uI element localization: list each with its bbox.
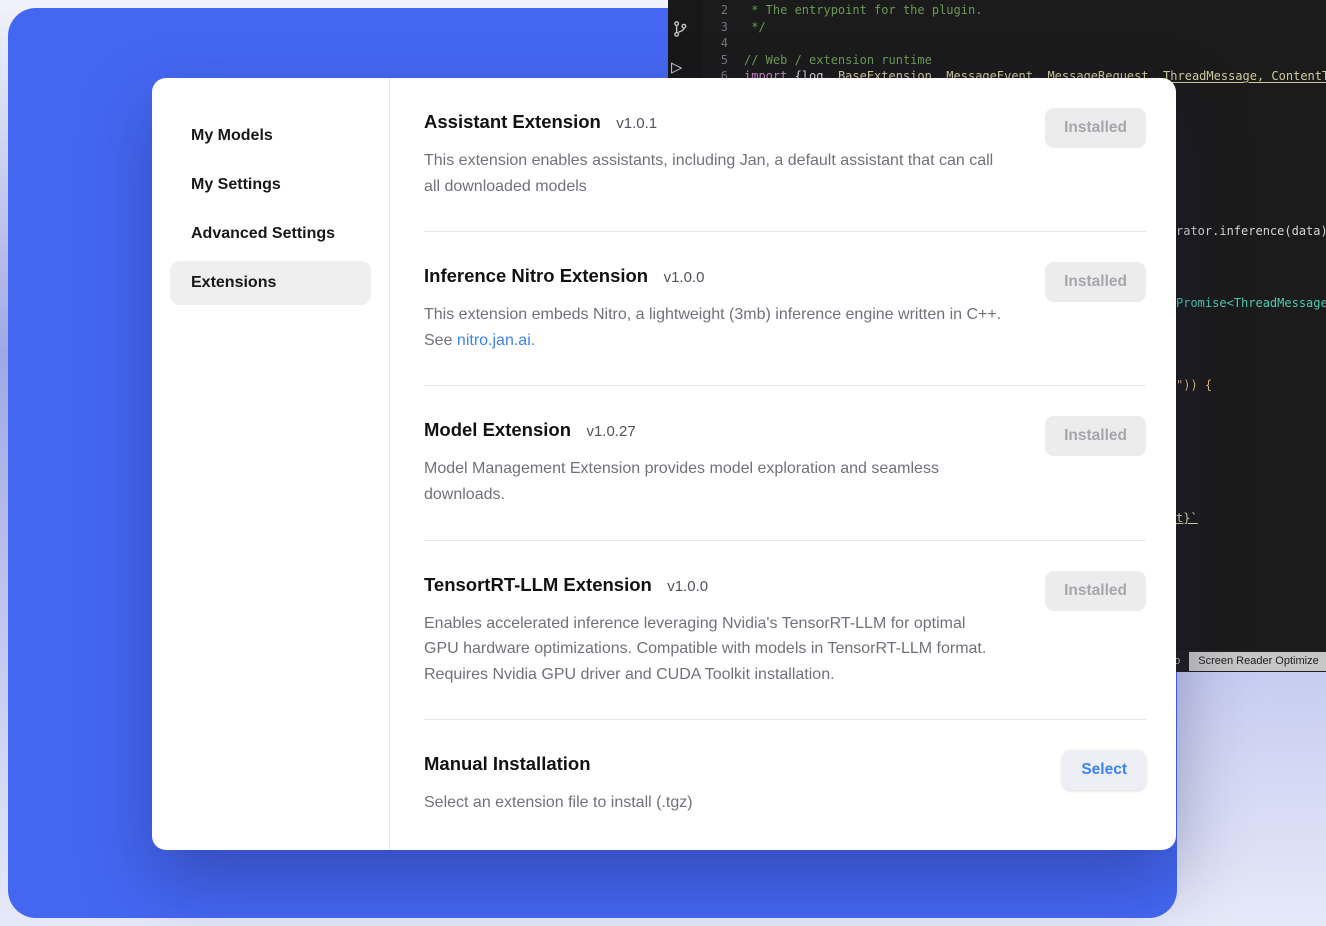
extension-title-row: Inference Nitro Extension v1.0.0: [424, 262, 1004, 291]
extension-item-assistant: Assistant Extension v1.0.1 This extensio…: [424, 78, 1146, 232]
extension-description: Model Management Extension provides mode…: [424, 456, 1004, 507]
code-line: 5 // Web / extension runtime: [702, 52, 1326, 69]
extension-title-row: Manual Installation: [424, 750, 693, 779]
extension-description: Select an extension file to install (.tg…: [424, 790, 693, 816]
line-number: 5: [702, 52, 744, 69]
extension-item-tensorrt: TensortRT-LLM Extension v1.0.0 Enables a…: [424, 541, 1146, 721]
code-text: * The entrypoint for the plugin.: [744, 2, 982, 19]
extension-title: TensortRT-LLM Extension: [424, 574, 652, 595]
installed-button[interactable]: Installed: [1045, 416, 1146, 456]
extension-title: Inference Nitro Extension: [424, 265, 648, 286]
source-control-icon[interactable]: [671, 20, 689, 38]
extension-item-nitro: Inference Nitro Extension v1.0.0 This ex…: [424, 232, 1146, 386]
installed-button[interactable]: Installed: [1045, 108, 1146, 148]
extension-info: Manual Installation Select an extension …: [424, 750, 693, 816]
extension-title: Model Extension: [424, 419, 571, 440]
extension-info: Model Extension v1.0.27 Model Management…: [424, 416, 1004, 507]
sidebar-item-my-models[interactable]: My Models: [170, 114, 371, 158]
extension-description: This extension embeds Nitro, a lightweig…: [424, 302, 1004, 353]
settings-sidebar: My Models My Settings Advanced Settings …: [152, 78, 390, 850]
run-debug-icon[interactable]: ▷: [671, 56, 682, 78]
extension-version: v1.0.0: [664, 269, 705, 286]
code-line: 4: [702, 35, 1326, 52]
manual-installation-item: Manual Installation Select an extension …: [424, 720, 1146, 848]
extension-description: Enables accelerated inference leveraging…: [424, 611, 1004, 688]
line-number: 3: [702, 19, 744, 36]
extension-item-model: Model Extension v1.0.27 Model Management…: [424, 386, 1146, 540]
extension-title: Manual Installation: [424, 753, 591, 774]
code-fragment: Promise<ThreadMessage>: [1176, 296, 1326, 310]
code-text: */: [744, 19, 766, 36]
settings-modal: My Models My Settings Advanced Settings …: [152, 78, 1176, 850]
extension-version: v1.0.27: [586, 423, 635, 440]
code-line: 3 */: [702, 19, 1326, 36]
sidebar-item-extensions[interactable]: Extensions: [170, 261, 371, 305]
sidebar-item-advanced-settings[interactable]: Advanced Settings: [170, 212, 371, 256]
extension-info: Inference Nitro Extension v1.0.0 This ex…: [424, 262, 1004, 353]
select-file-button[interactable]: Select: [1062, 750, 1146, 790]
extension-title-row: Assistant Extension v1.0.1: [424, 108, 1004, 137]
nitro-jan-ai-link[interactable]: nitro.jan.ai.: [457, 332, 535, 349]
extension-title-row: TensortRT-LLM Extension v1.0.0: [424, 571, 1004, 600]
code-fragment: rator.inference(data));: [1176, 224, 1326, 238]
extensions-list: Assistant Extension v1.0.1 This extensio…: [390, 78, 1176, 850]
extension-info: TensortRT-LLM Extension v1.0.0 Enables a…: [424, 571, 1004, 688]
extension-title-row: Model Extension v1.0.27: [424, 416, 1004, 445]
code-line: 2 * The entrypoint for the plugin.: [702, 2, 1326, 19]
line-number: 2: [702, 2, 744, 19]
code-fragment: ")) {: [1176, 378, 1212, 392]
installed-button[interactable]: Installed: [1045, 262, 1146, 302]
installed-button[interactable]: Installed: [1045, 571, 1146, 611]
screen-reader-status-chip[interactable]: Screen Reader Optimize: [1189, 652, 1326, 671]
sidebar-item-my-settings[interactable]: My Settings: [170, 163, 371, 207]
extension-description: This extension enables assistants, inclu…: [424, 148, 1004, 199]
extension-version: v1.0.0: [667, 578, 708, 595]
extension-version: v1.0.1: [616, 115, 657, 132]
extension-title: Assistant Extension: [424, 111, 601, 132]
code-text: // Web / extension runtime: [744, 52, 932, 69]
line-number: 4: [702, 35, 744, 52]
code-fragment: t}`: [1176, 511, 1198, 525]
extension-info: Assistant Extension v1.0.1 This extensio…: [424, 108, 1004, 199]
code-area: 2 * The entrypoint for the plugin. 3 */ …: [702, 2, 1326, 85]
